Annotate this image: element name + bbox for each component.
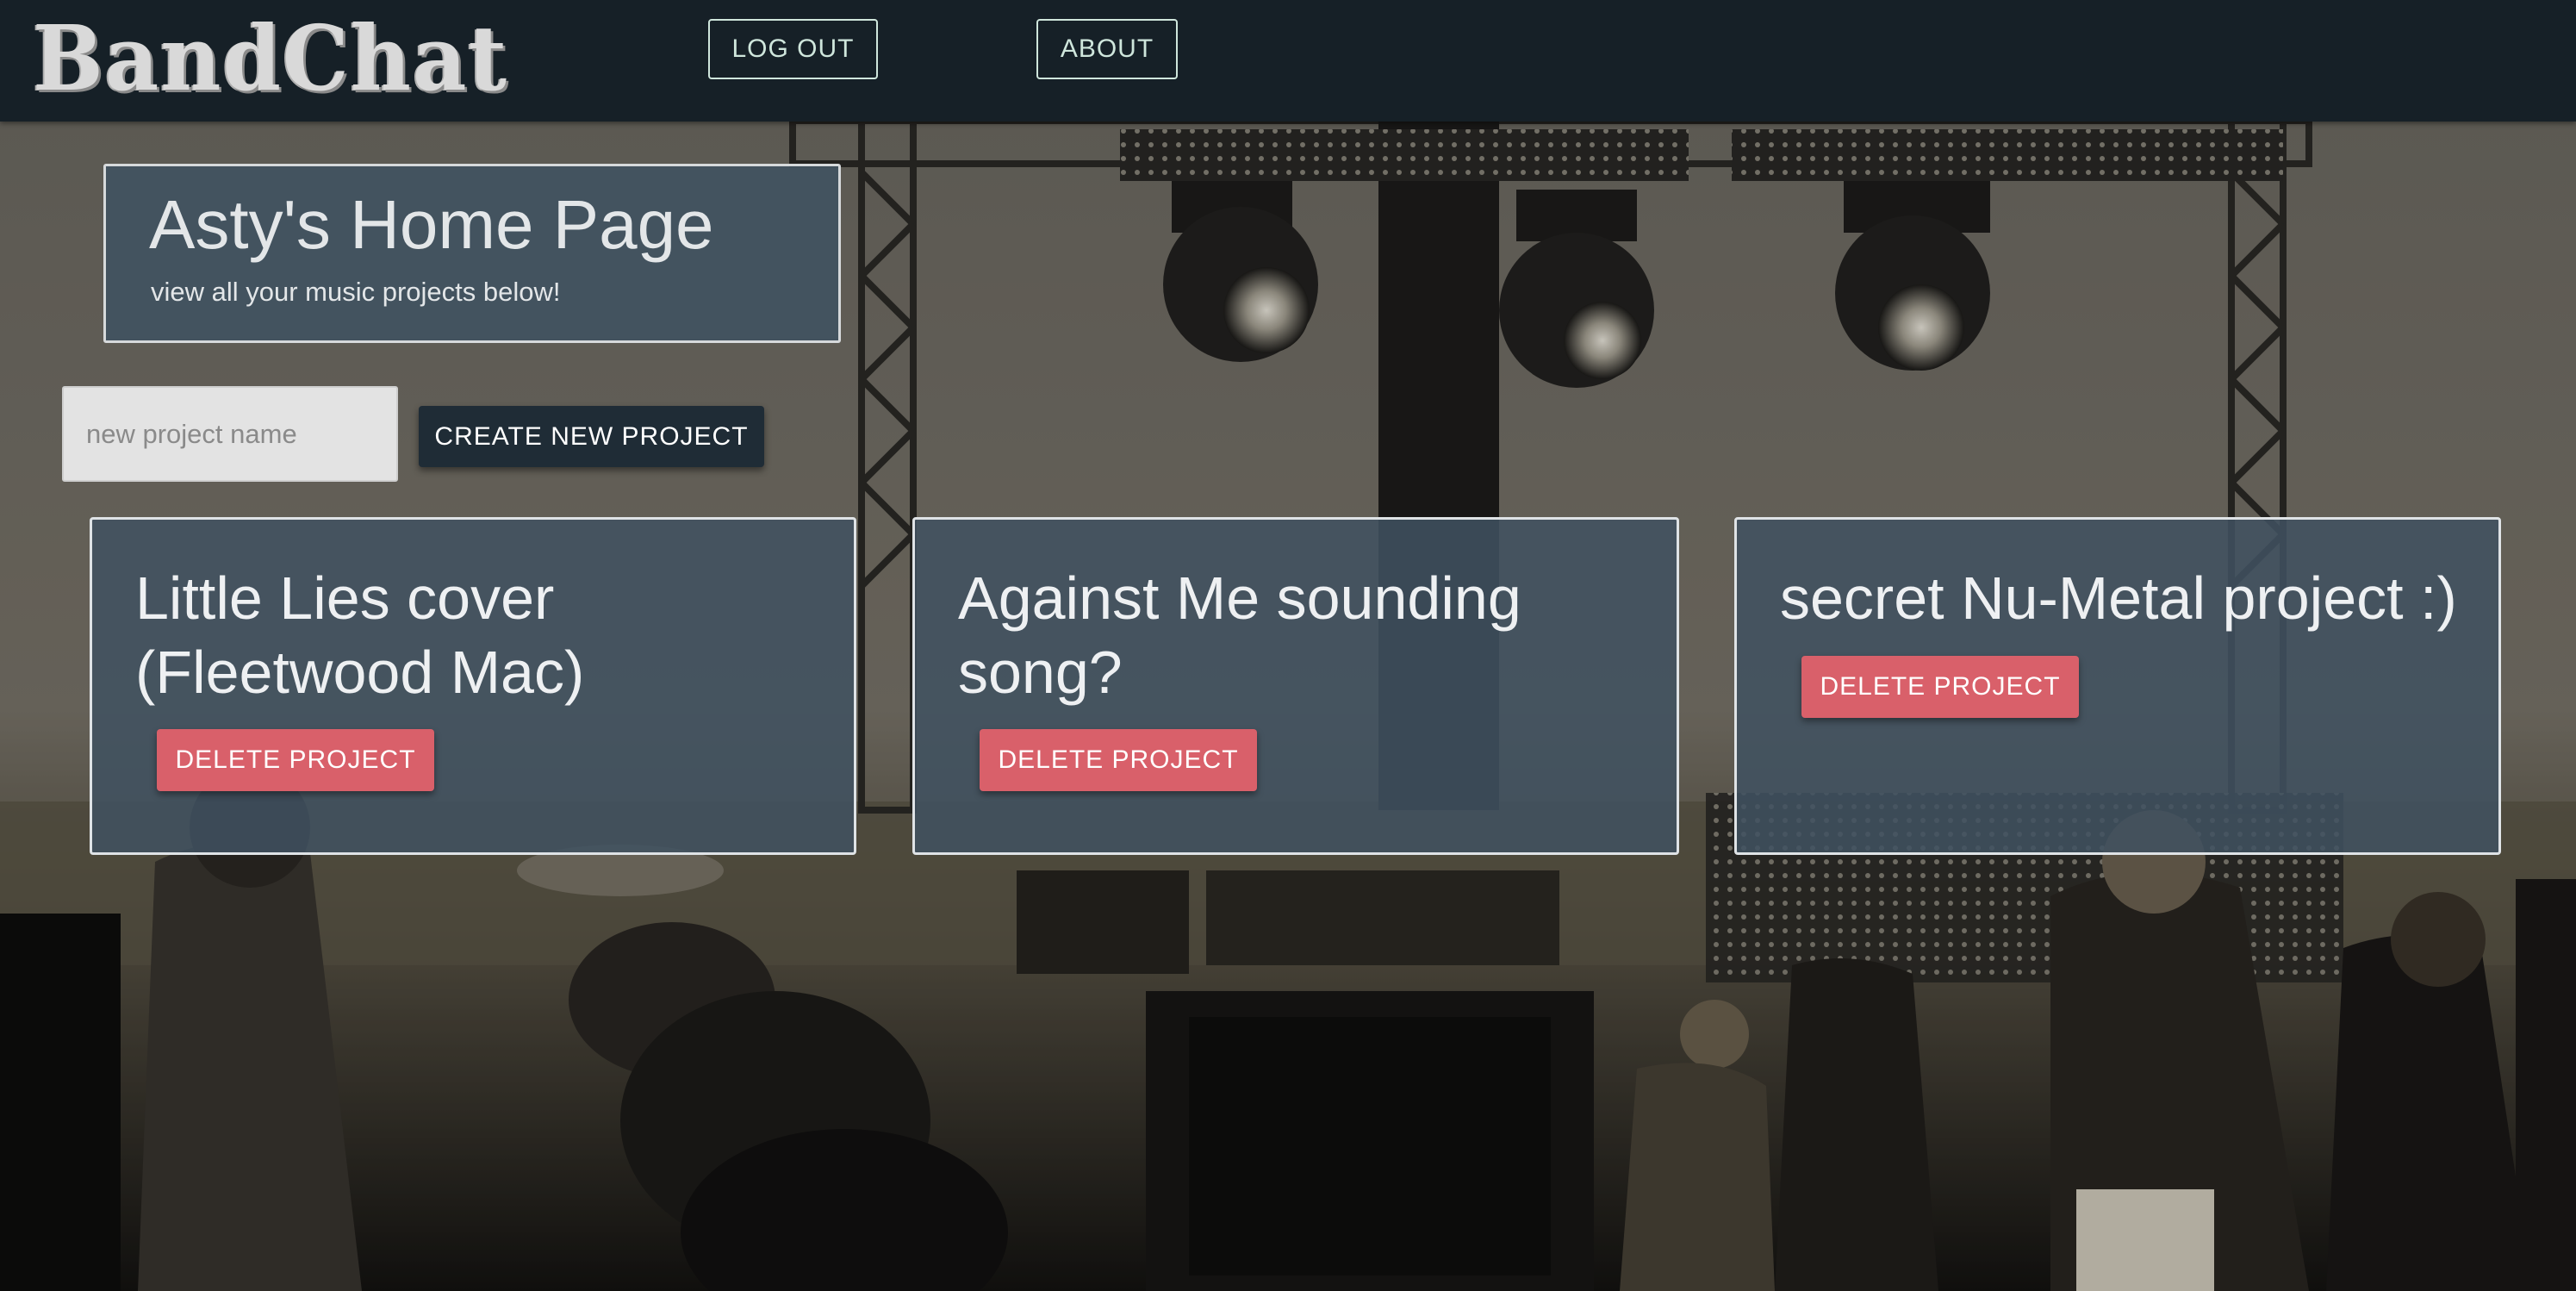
create-new-project-button[interactable]: CREATE NEW PROJECT: [419, 406, 764, 467]
project-card: Little Lies cover (Fleetwood Mac) DELETE…: [90, 517, 856, 855]
new-project-name-input[interactable]: [62, 386, 398, 482]
project-title[interactable]: Against Me sounding song?: [958, 561, 1664, 709]
delete-project-button[interactable]: DELETE PROJECT: [980, 729, 1257, 791]
about-button[interactable]: ABOUT: [1036, 19, 1178, 79]
bandchat-logo[interactable]: BandChat: [33, 7, 508, 110]
page-title: Asty's Home Page: [149, 186, 714, 263]
logout-button[interactable]: LOG OUT: [708, 19, 878, 79]
delete-project-button[interactable]: DELETE PROJECT: [1801, 656, 2079, 718]
project-title[interactable]: secret Nu-Metal project :): [1780, 561, 2486, 635]
navbar: BandChat LOG OUT ABOUT: [0, 0, 2576, 122]
project-card: secret Nu-Metal project :) DELETE PROJEC…: [1734, 517, 2501, 855]
delete-project-button[interactable]: DELETE PROJECT: [157, 729, 434, 791]
page-subtitle: view all your music projects below!: [151, 277, 561, 307]
home-page-header: Asty's Home Page view all your music pro…: [103, 164, 841, 343]
project-title[interactable]: Little Lies cover (Fleetwood Mac): [135, 561, 842, 709]
project-card: Against Me sounding song? DELETE PROJECT: [912, 517, 1679, 855]
